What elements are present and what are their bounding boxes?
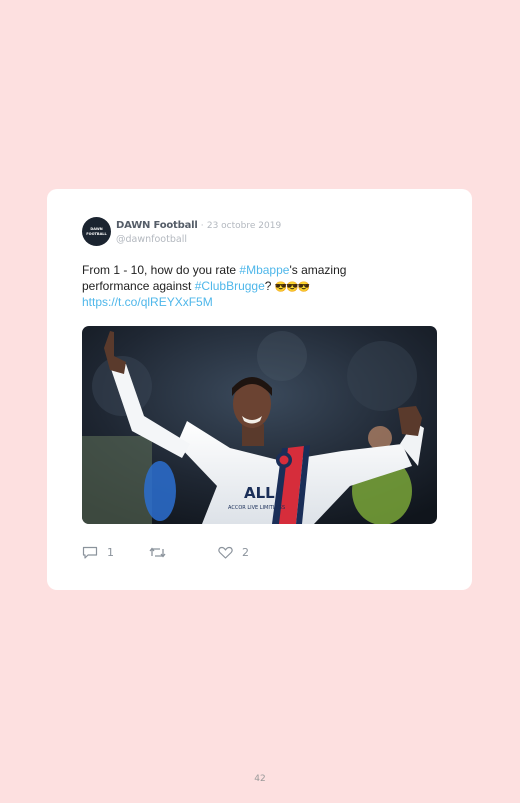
retweet-icon bbox=[149, 547, 166, 558]
tweet-photo[interactable]: ALL ACCOR LIVE LIMITLESS bbox=[82, 326, 437, 524]
tweet-text-part: ? bbox=[264, 278, 275, 293]
reply-count: 1 bbox=[107, 546, 114, 559]
avatar[interactable]: DAWN FOOTBALL bbox=[82, 217, 111, 246]
retweet-button[interactable] bbox=[149, 546, 166, 559]
like-count: 2 bbox=[242, 546, 249, 559]
player-celebration-image: ALL ACCOR LIVE LIMITLESS bbox=[82, 326, 437, 524]
page-number: 42 bbox=[254, 774, 266, 784]
emoji-sunglasses: 😎😎😎 bbox=[274, 281, 310, 293]
separator: · bbox=[200, 221, 204, 231]
tweet-date[interactable]: 23 octobre 2019 bbox=[207, 221, 281, 231]
tweet-header: DAWN Football · 23 octobre 2019 @dawnfoo… bbox=[116, 219, 281, 246]
tweet-text: From 1 - 10, how do you rate #Mbappe's a… bbox=[82, 263, 402, 311]
tweet-text-part: From 1 - 10, how do you rate bbox=[82, 263, 240, 277]
author-name[interactable]: DAWN Football bbox=[116, 220, 198, 231]
hashtag-link[interactable]: #ClubBrugge bbox=[195, 279, 265, 293]
comment-icon bbox=[82, 546, 98, 559]
shirt-sponsor: ALL bbox=[244, 484, 275, 502]
shirt-sponsor-sub: ACCOR LIVE LIMITLESS bbox=[228, 505, 285, 511]
reply-button[interactable]: 1 bbox=[82, 546, 114, 559]
tweet-card: DAWN FOOTBALL DAWN Football · 23 octobre… bbox=[47, 189, 472, 590]
hashtag-link[interactable]: #Mbappe bbox=[239, 263, 289, 277]
avatar-subtext: FOOTBALL bbox=[86, 231, 107, 236]
tweet-url-link[interactable]: https://t.co/qlREYXxF5M bbox=[82, 295, 213, 309]
author-handle[interactable]: @dawnfootball bbox=[116, 233, 281, 246]
like-button[interactable]: 2 bbox=[218, 546, 249, 559]
heart-icon bbox=[218, 546, 233, 559]
